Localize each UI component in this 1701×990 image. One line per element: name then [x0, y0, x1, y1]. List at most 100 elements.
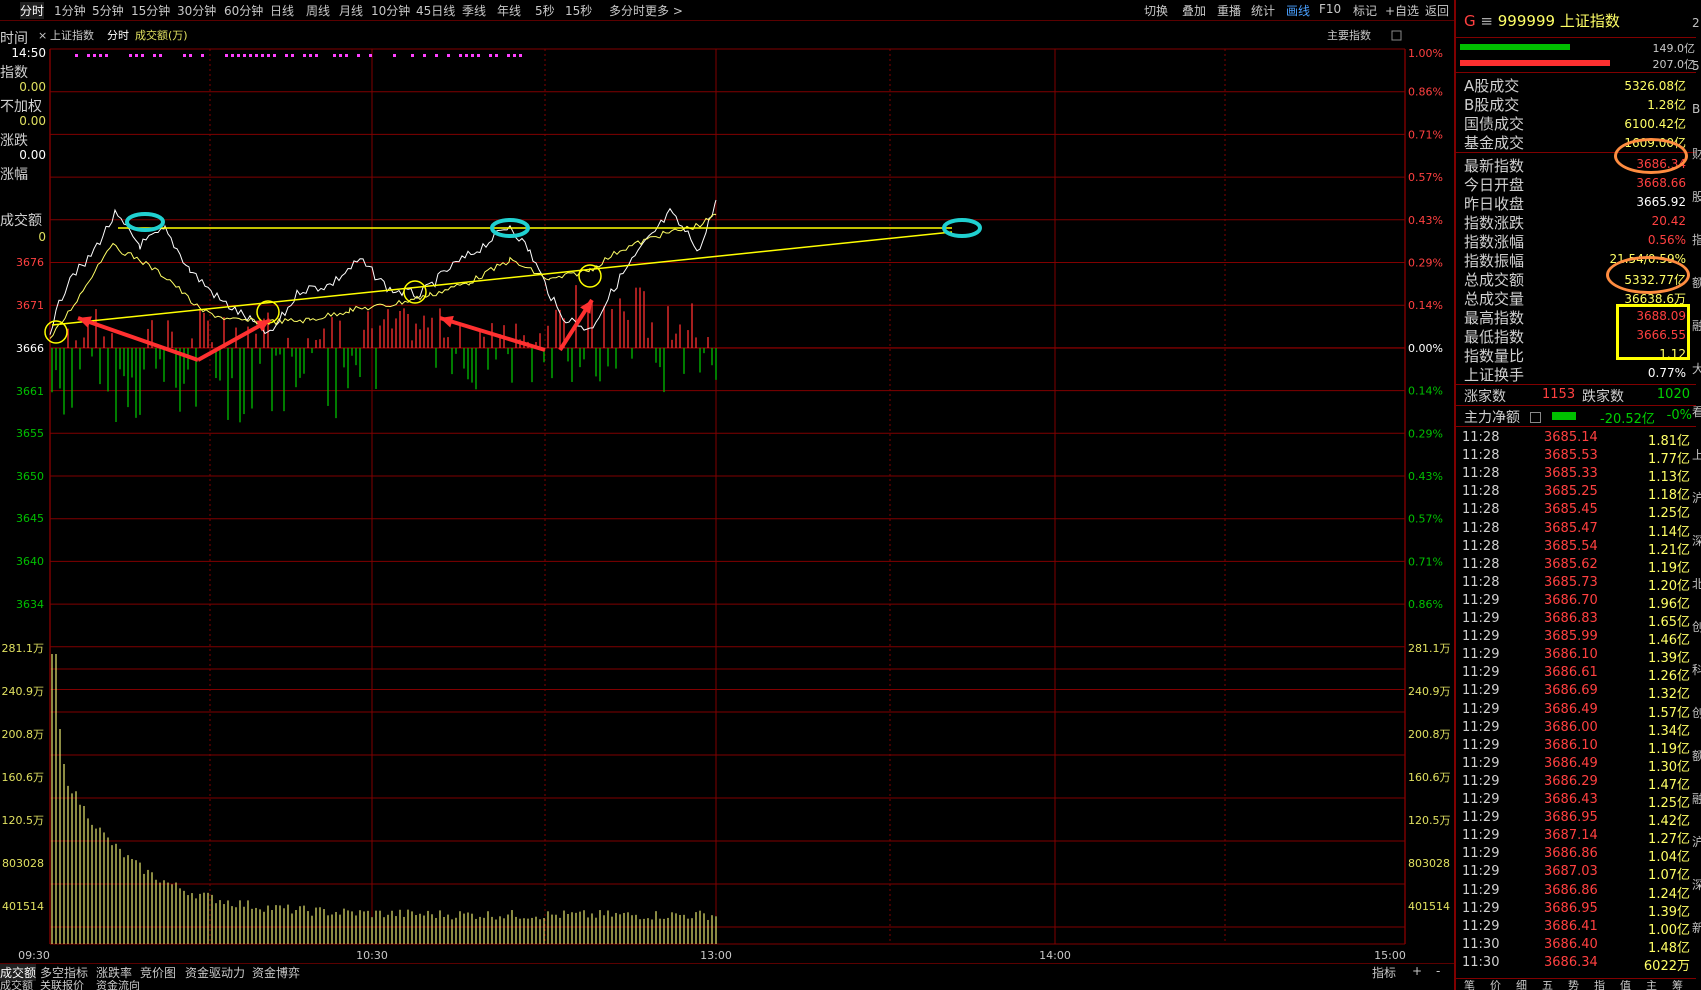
toolbar-item-7[interactable]: 周线 — [306, 2, 330, 19]
volume-tick-label-right: 401514 — [1408, 900, 1450, 913]
indicator-tab-4[interactable]: 资金驱动力 — [185, 964, 245, 981]
toolbar-right-item-5[interactable]: F10 — [1319, 2, 1341, 16]
toolbar-item-1[interactable]: 1分钟 — [54, 2, 86, 19]
toolbar-item-14[interactable]: 15秒 — [565, 2, 592, 19]
toolbar-item-10[interactable]: 45日线 — [416, 2, 455, 19]
g-badge: G — [1464, 12, 1476, 30]
signal-dot — [333, 54, 336, 57]
tick-time: 11:30 — [1462, 936, 1500, 952]
tick-price: 3686.61 — [1544, 665, 1598, 681]
toolbar-item-11[interactable]: 季线 — [462, 2, 486, 19]
detail-tab-4[interactable]: 势 — [1568, 980, 1579, 990]
toolbar-item-3[interactable]: 15分钟 — [131, 2, 170, 19]
indicator-control-0[interactable]: 指标 — [1372, 964, 1396, 981]
toolbar-right-item-4[interactable]: 画线 — [1286, 2, 1310, 19]
detail-tab-8[interactable]: 筹 — [1672, 980, 1683, 990]
detail-tab-1[interactable]: 价 — [1490, 980, 1501, 990]
tick-time: 11:29 — [1462, 719, 1500, 735]
toolbar-item-16[interactable]: 更多 > — [645, 2, 683, 19]
tick-row: 11:29 3686.00 1.34亿 — [1460, 719, 1690, 739]
toolbar-right-item-7[interactable]: +自选 — [1385, 2, 1419, 19]
signal-dot — [183, 54, 186, 57]
signal-dot — [87, 54, 90, 57]
indicator-tab-2[interactable]: 涨跌率 — [96, 964, 132, 981]
stat-value: 1.28亿 — [1647, 98, 1686, 112]
tick-row: 11:28 3685.33 1.13亿 — [1460, 465, 1690, 485]
signal-dot — [495, 54, 498, 57]
intraday-chart[interactable]: 上证指数× 分时 成交额(万) 主要指数 3676 3671 3666 3661 3655 365… — [0, 20, 1454, 963]
toolbar-item-8[interactable]: 月线 — [339, 2, 363, 19]
toolbar-right-item-3[interactable]: 统计 — [1251, 2, 1275, 19]
toolbar-right-item-8[interactable]: 返回 — [1425, 2, 1449, 19]
tick-price: 3686.10 — [1544, 737, 1598, 753]
signal-dot — [465, 54, 468, 57]
toolbar-right-item-2[interactable]: 重播 — [1217, 2, 1241, 19]
toolbar-item-4[interactable]: 30分钟 — [177, 2, 216, 19]
price-tick-label: 3640 — [16, 555, 44, 568]
tick-price: 3686.86 — [1544, 846, 1598, 862]
tick-price: 3685.73 — [1544, 574, 1598, 590]
detail-tab-7[interactable]: 主 — [1646, 980, 1657, 990]
quote-label: 最低指数 — [1464, 328, 1525, 346]
detail-tab-3[interactable]: 五 — [1542, 980, 1553, 990]
menu-icon[interactable]: ≡ — [1480, 12, 1493, 30]
tick-price: 3686.49 — [1544, 701, 1598, 717]
signal-dot — [75, 54, 78, 57]
toolbar-item-5[interactable]: 60分钟 — [224, 2, 263, 19]
signal-dot — [393, 54, 396, 57]
indicator-control-2[interactable]: - — [1436, 964, 1440, 978]
time-tick-label: 10:30 — [356, 949, 388, 962]
tick-row: 11:29 3686.61 1.26亿 — [1460, 664, 1690, 684]
toolbar-right-item-0[interactable]: 切换 — [1144, 2, 1168, 19]
toolbar-item-2[interactable]: 5分钟 — [92, 2, 124, 19]
signal-dot — [309, 54, 312, 57]
indicator-control-1[interactable]: + — [1412, 964, 1422, 978]
detail-tab-6[interactable]: 值 — [1620, 980, 1631, 990]
signal-dot — [255, 54, 258, 57]
sub-tab-0[interactable]: 成交额 — [0, 980, 33, 990]
detail-tab-2[interactable]: 细 — [1516, 980, 1527, 990]
toolbar-item-15[interactable]: 多分时 — [609, 2, 645, 19]
window-toggle-icon[interactable] — [1391, 30, 1402, 41]
tick-price: 3686.41 — [1544, 918, 1598, 934]
signal-dot — [513, 54, 516, 57]
mainforce-toggle-icon[interactable] — [1530, 412, 1541, 423]
indicator-tab-3[interactable]: 竞价图 — [140, 964, 176, 981]
toolbar-item-0[interactable]: 分时 — [20, 2, 45, 19]
main-index-label[interactable]: 主要指数 — [1327, 28, 1371, 42]
toolbar-right-item-1[interactable]: 叠加 — [1182, 2, 1206, 19]
right-quote-panel: G ≡ 999999 上证指数 149.0亿 207.0亿 A股成交 5326.0… — [1454, 0, 1701, 990]
toolbar-item-9[interactable]: 10分钟 — [371, 2, 410, 19]
sell-bar-value: 207.0亿 — [1652, 58, 1696, 71]
volume-tick-label-right: 160.6万 — [1408, 771, 1451, 784]
tick-price: 3685.53 — [1544, 448, 1598, 464]
tick-price: 3685.47 — [1544, 520, 1598, 536]
mainforce-row: 主力净额 -20.52亿 -0% — [1460, 407, 1694, 427]
signal-dot — [99, 54, 102, 57]
signal-dot — [507, 54, 510, 57]
tick-price: 3685.25 — [1544, 484, 1598, 500]
sub-tab-2[interactable]: 资金流向 — [96, 980, 140, 990]
tick-row: 11:29 3686.86 1.04亿 — [1460, 845, 1690, 865]
tick-row: 11:29 3687.14 1.27亿 — [1460, 827, 1690, 847]
indicator-tab-0[interactable]: 成交额 — [0, 964, 37, 981]
indicator-tab-1[interactable]: 多空指标 — [40, 964, 88, 981]
tick-price: 3687.14 — [1544, 828, 1598, 844]
toolbar-item-12[interactable]: 年线 — [497, 2, 521, 19]
tick-time: 11:29 — [1462, 810, 1500, 826]
indicator-tab-5[interactable]: 资金博弈 — [252, 964, 300, 981]
tick-row: 11:28 3685.54 1.21亿 — [1460, 538, 1690, 558]
volume-tick-label: 120.5万 — [2, 814, 45, 827]
tick-row: 11:29 3686.49 1.30亿 — [1460, 755, 1690, 775]
toolbar-item-6[interactable]: 日线 — [270, 2, 294, 19]
toolbar-item-13[interactable]: 5秒 — [535, 2, 555, 19]
close-icon[interactable]: × — [38, 29, 47, 42]
sub-tab-1[interactable]: 关联报价 — [40, 980, 84, 990]
detail-tab-5[interactable]: 指 — [1594, 980, 1605, 990]
toolbar-right-item-6[interactable]: 标记 — [1353, 2, 1377, 19]
stat-label: 基金成交 — [1464, 134, 1525, 152]
tick-price: 3686.34 — [1544, 954, 1598, 970]
stat-row: A股成交 5326.08亿 — [1460, 75, 1690, 95]
signal-dot — [345, 54, 348, 57]
detail-tab-0[interactable]: 笔 — [1464, 980, 1475, 990]
